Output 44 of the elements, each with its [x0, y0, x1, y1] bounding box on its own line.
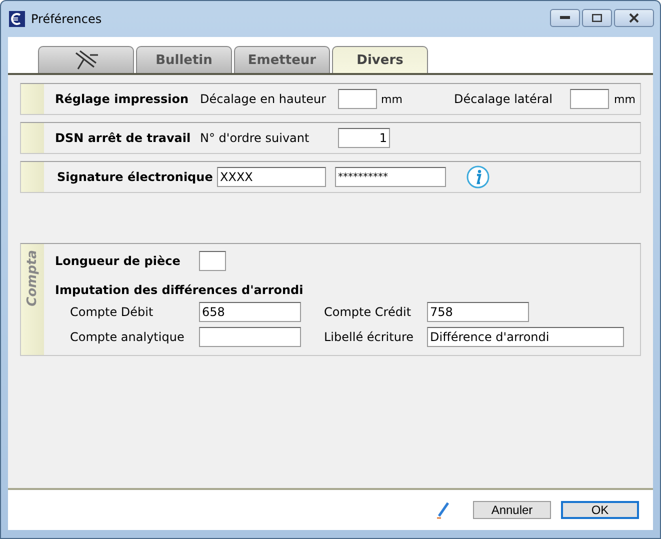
field-label: Compte analytique	[70, 330, 186, 344]
input-field[interactable]: 1	[338, 128, 390, 148]
dialog-button[interactable]: OK	[561, 501, 639, 519]
field-label: Compte Crédit	[324, 305, 412, 319]
side-label: Compta	[25, 250, 40, 306]
tab[interactable]: Bulletin	[136, 46, 232, 73]
field-label: Compte Débit	[70, 305, 154, 319]
minimize-button[interactable]	[550, 9, 580, 27]
field-label: Libellé écriture	[324, 330, 414, 344]
field-label: Longueur de pièce	[55, 254, 182, 268]
section-title: Signature électronique	[57, 170, 214, 184]
input-field[interactable]: XXXX	[217, 167, 326, 187]
input-field[interactable]	[570, 89, 609, 109]
tab[interactable]: Emetteur	[234, 46, 330, 73]
dialog-button[interactable]: Annuler	[473, 501, 551, 519]
input-field[interactable]: 658	[199, 302, 301, 322]
window-title: Préférences	[31, 12, 103, 26]
panel-stripe	[21, 84, 44, 114]
section-title: DSN arrêt de travail	[55, 131, 192, 145]
maximize-button[interactable]	[582, 9, 612, 27]
pen-icon[interactable]	[435, 501, 451, 519]
input-field[interactable]: Différence d'arrondi	[427, 327, 624, 347]
app-icon	[9, 11, 25, 27]
password-field[interactable]: **********	[335, 167, 446, 187]
maximize-icon	[592, 14, 602, 22]
close-button[interactable]	[614, 9, 654, 27]
field-label: Décalage latéral	[454, 92, 554, 106]
input-field[interactable]: 758	[427, 302, 529, 322]
unit-label: mm	[381, 92, 404, 106]
tab[interactable]: Divers	[332, 46, 428, 73]
tab[interactable]	[38, 46, 134, 73]
field-label: Décalage en hauteur	[200, 92, 328, 106]
info-icon[interactable]	[466, 165, 490, 189]
minimize-icon	[560, 16, 570, 20]
unit-label: mm	[614, 92, 636, 106]
close-icon	[628, 13, 640, 23]
input-field[interactable]	[199, 327, 301, 347]
panel-stripe	[21, 162, 44, 192]
panel-stripe	[21, 123, 44, 153]
input-field[interactable]	[338, 89, 377, 109]
field-label: N° d'ordre suivant	[200, 131, 310, 145]
input-field[interactable]	[199, 251, 226, 271]
section-title: Réglage impression	[55, 92, 190, 106]
group-title: Imputation des différences d'arrondi	[55, 282, 304, 299]
